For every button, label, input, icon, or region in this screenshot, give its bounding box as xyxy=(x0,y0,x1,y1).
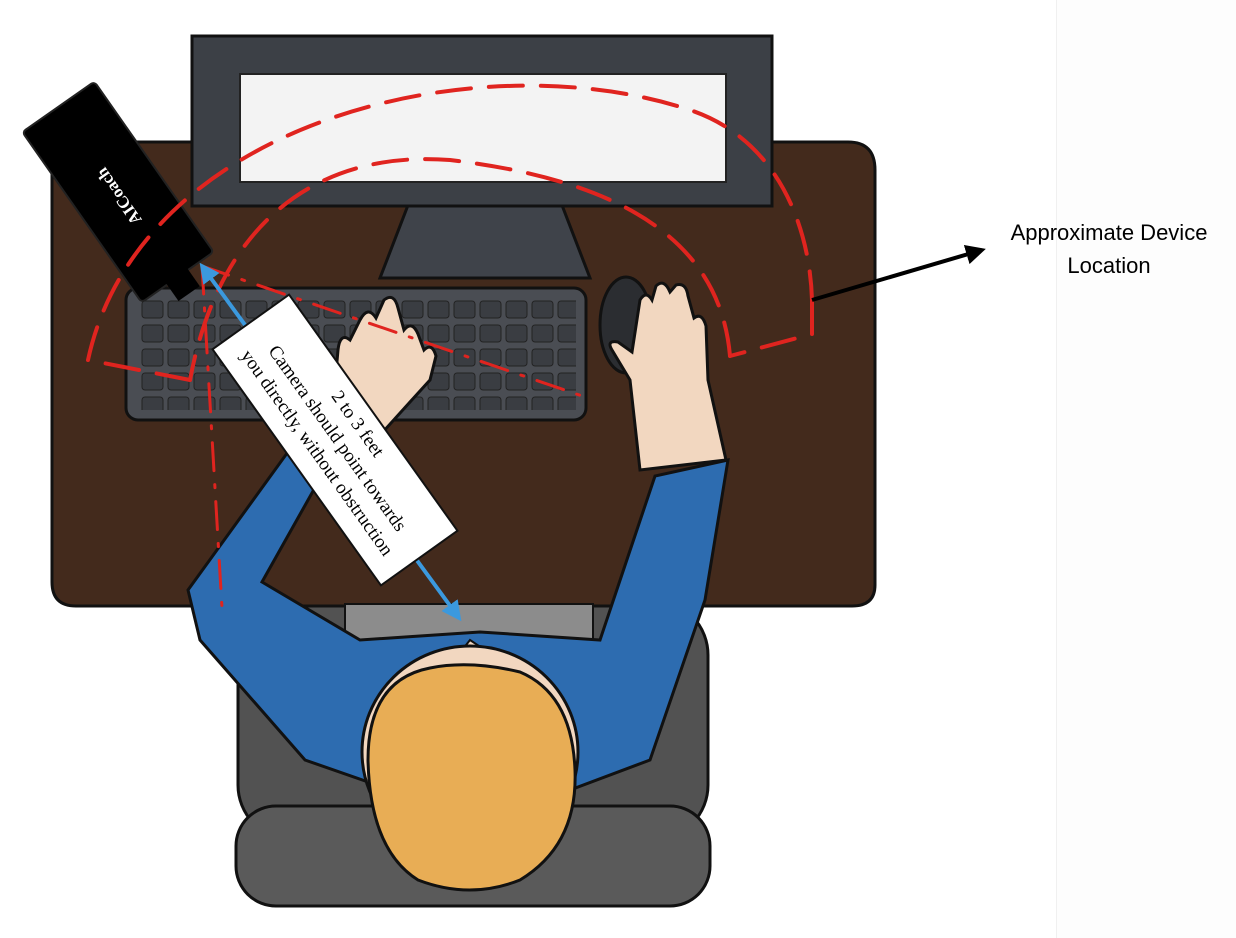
desk-setup-diagram: AICoach 2 to 3 feet Camera should point … xyxy=(22,34,1208,908)
computer-monitor xyxy=(190,34,774,208)
location-label-line2: Location xyxy=(1067,253,1150,278)
monitor-stand xyxy=(377,198,593,280)
location-label-line1: Approximate Device xyxy=(1011,220,1208,245)
person-head xyxy=(360,644,580,892)
